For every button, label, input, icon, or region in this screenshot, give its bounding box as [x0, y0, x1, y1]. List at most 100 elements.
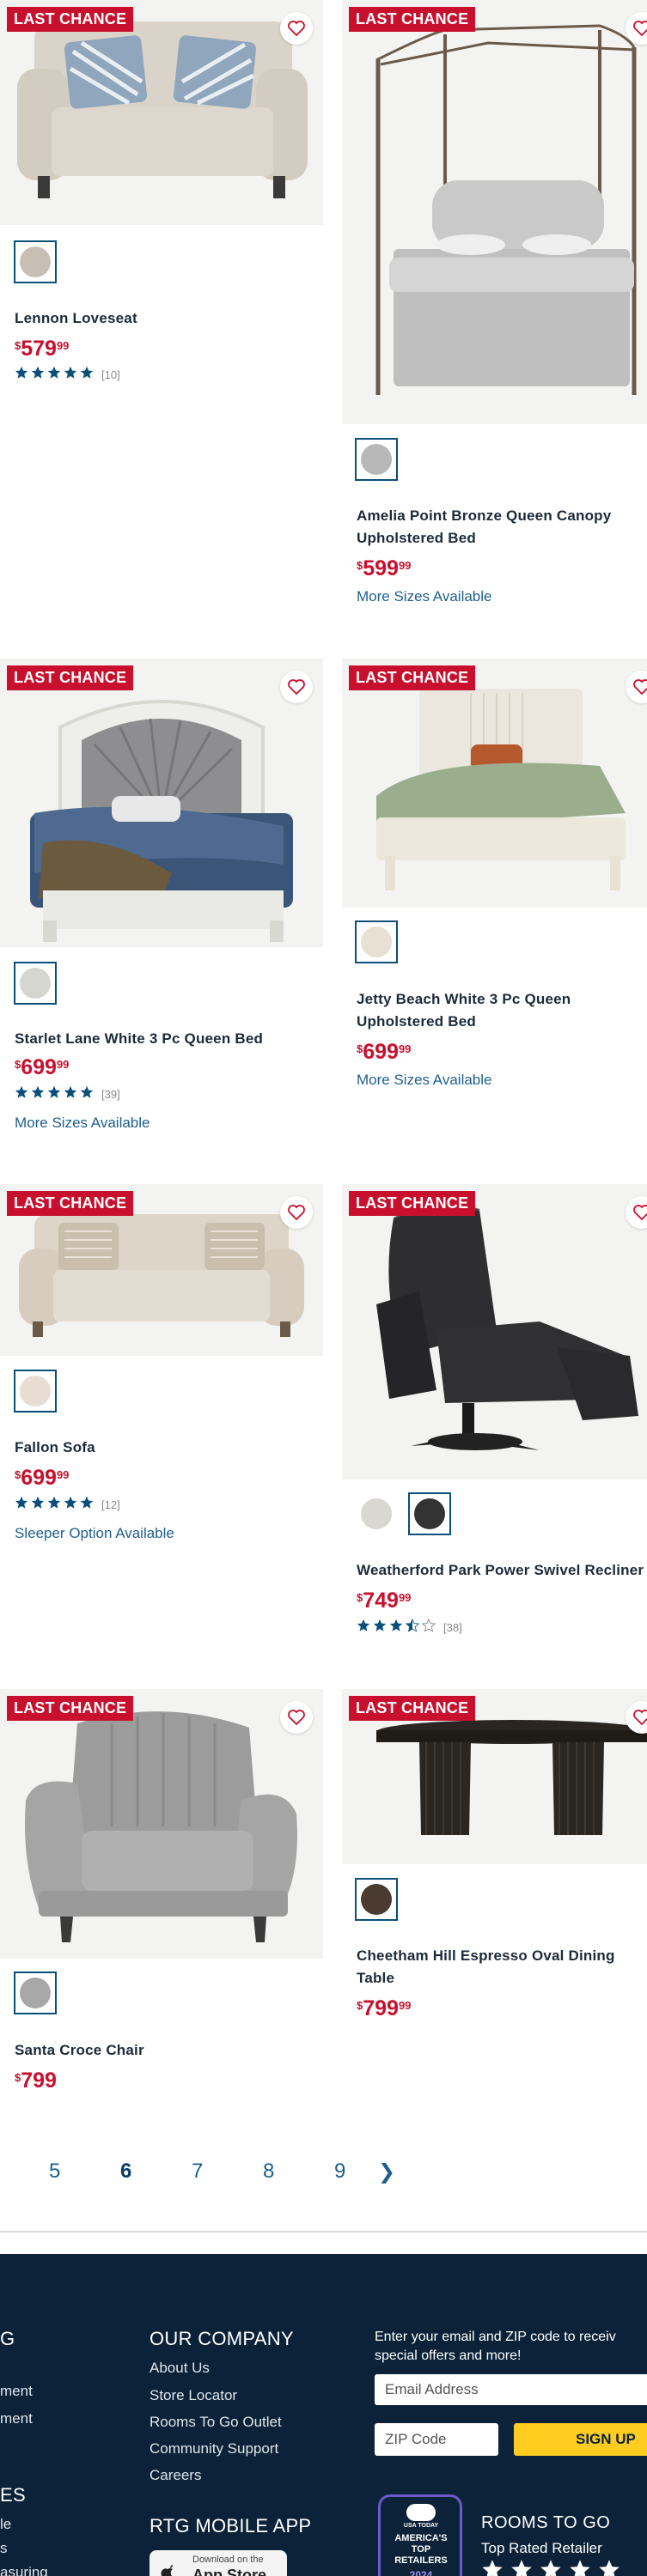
star-icon — [15, 1496, 28, 1514]
product-card-lennon[interactable]: LAST CHANCE Lennon Loveseat $579 99 [10] — [0, 0, 327, 395]
panel-bed-image — [0, 659, 323, 947]
next-page-chevron-icon[interactable]: ❯ — [378, 2160, 395, 2184]
last-chance-badge: LAST CHANCE — [349, 1696, 476, 1721]
outlet-link[interactable]: Rooms To Go Outlet — [150, 2414, 282, 2431]
color-swatch[interactable] — [14, 1370, 57, 1413]
product-title-line-2[interactable]: Table — [357, 1967, 394, 1990]
color-swatches — [355, 1492, 451, 1535]
color-swatch[interactable] — [14, 240, 57, 283]
product-price: $699 99 — [357, 1040, 412, 1064]
footer-col1-link[interactable]: le — [0, 2516, 11, 2533]
last-chance-badge: LAST CHANCE — [349, 665, 476, 690]
star-icon — [357, 1619, 370, 1637]
product-title-line-1[interactable]: Amelia Point Bronze Queen Canopy — [357, 505, 611, 527]
star-icon — [15, 366, 28, 384]
star-icon — [64, 1496, 77, 1514]
color-swatch[interactable] — [14, 962, 57, 1005]
page-link-8[interactable]: 8 — [263, 2160, 274, 2184]
sleeper-option-link[interactable]: Sleeper Option Available — [15, 1525, 174, 1542]
product-title[interactable]: Weatherford Park Power Swivel Recliner — [357, 1559, 644, 1582]
loveseat-image — [0, 0, 323, 225]
review-count: [39] — [101, 1088, 120, 1101]
page-link-6-current[interactable]: 6 — [120, 2160, 131, 2184]
wishlist-heart-icon[interactable] — [280, 1196, 313, 1229]
color-swatch[interactable] — [355, 920, 398, 963]
last-chance-badge: LAST CHANCE — [7, 1191, 134, 1216]
newsletter-text-2: special offers and more! — [375, 2348, 522, 2363]
product-card-starlet[interactable]: LAST CHANCE Starlet Lane White 3 Pc Quee… — [0, 659, 327, 1139]
footer-col1-link[interactable]: ment — [0, 2383, 33, 2400]
rating-stars[interactable]: [12] — [15, 1496, 120, 1514]
page-link-7[interactable]: 7 — [192, 2160, 203, 2184]
product-image[interactable] — [0, 0, 323, 225]
footer-col1-link[interactable]: ment — [0, 2410, 33, 2427]
review-count: [12] — [101, 1498, 120, 1511]
page-link-5[interactable]: 5 — [49, 2160, 60, 2184]
product-title-line-1[interactable]: Jetty Beach White 3 Pc Queen — [357, 988, 571, 1011]
color-swatches — [14, 1971, 57, 2014]
product-image[interactable] — [342, 1184, 647, 1479]
color-swatch[interactable] — [355, 1492, 398, 1535]
product-title[interactable]: Fallon Sofa — [15, 1437, 95, 1459]
pagination: 5 6 7 8 9 ❯ — [0, 2160, 647, 2194]
last-chance-badge: LAST CHANCE — [7, 1696, 134, 1721]
star-icon — [31, 366, 45, 384]
product-title-line-1[interactable]: Cheetham Hill Espresso Oval Dining — [357, 1945, 615, 1967]
product-card-cheetham[interactable]: LAST CHANCE Cheetham Hill Espresso Oval … — [342, 1689, 647, 2041]
app-store-small-text: Download on the — [192, 2555, 264, 2565]
award-heading: ROOMS TO GO — [481, 2513, 611, 2532]
rating-stars[interactable]: [10] — [15, 366, 120, 384]
store-locator-link[interactable]: Store Locator — [150, 2387, 237, 2404]
email-input[interactable]: Email Address — [375, 2374, 647, 2405]
rating-stars[interactable]: [38] — [357, 1618, 462, 1637]
product-card-fallon[interactable]: LAST CHANCE Fallon Sofa $699 99 [12] Slee… — [0, 1184, 327, 1562]
product-price: $749 99 — [357, 1589, 412, 1613]
star-icon — [31, 1085, 45, 1103]
careers-link[interactable]: Careers — [150, 2467, 201, 2484]
about-us-link[interactable]: About Us — [150, 2360, 210, 2377]
product-card-santa[interactable]: LAST CHANCE Santa Croce Chair $799 — [0, 1689, 327, 2101]
product-card-amelia[interactable]: LAST CHANCE Amelia Point Bronze Queen Ca… — [342, 0, 647, 635]
product-card-weatherford[interactable]: LAST CHANCE Weatherford Park Power Swive… — [342, 1184, 647, 1648]
product-title-line-2[interactable]: Upholstered Bed — [357, 527, 476, 550]
sign-up-button[interactable]: SIGN UP — [514, 2423, 647, 2456]
product-card-jetty[interactable]: LAST CHANCE Jetty Beach White 3 Pc Queen… — [342, 659, 647, 1105]
color-swatch[interactable] — [408, 1492, 451, 1535]
product-image[interactable] — [0, 659, 323, 947]
star-icon — [481, 2559, 504, 2576]
footer-col1-heading: G — [0, 2328, 15, 2349]
site-footer: G ment ment ES le s asuring OUR COMPANY … — [0, 2254, 647, 2576]
product-listing-page: LAST CHANCE Lennon Loveseat $57999 [10] — [0, 0, 647, 2576]
more-sizes-link[interactable]: More Sizes Available — [15, 1115, 150, 1132]
star-icon — [64, 1085, 77, 1103]
wishlist-heart-icon[interactable] — [280, 671, 313, 703]
our-company-heading: OUR COMPANY — [150, 2328, 294, 2349]
more-sizes-link[interactable]: More Sizes Available — [357, 588, 492, 605]
wishlist-heart-icon[interactable] — [280, 1701, 313, 1734]
app-store-big-text: App Store — [192, 2567, 267, 2576]
color-swatches — [14, 240, 57, 283]
product-title-line-2[interactable]: Upholstered Bed — [357, 1011, 476, 1033]
usa-today-line-1: AMERICA'S — [394, 2533, 448, 2543]
footer-col1-link[interactable]: asuring — [0, 2564, 48, 2576]
wishlist-heart-icon[interactable] — [280, 12, 313, 45]
color-swatch[interactable] — [355, 1878, 398, 1921]
product-title[interactable]: Lennon Loveseat — [15, 307, 137, 330]
more-sizes-link[interactable]: More Sizes Available — [357, 1072, 492, 1089]
footer-col1-heading-2: ES — [0, 2484, 26, 2506]
color-swatch[interactable] — [355, 438, 398, 481]
community-support-link[interactable]: Community Support — [150, 2440, 278, 2458]
color-swatches — [355, 1878, 398, 1921]
product-title[interactable]: Santa Croce Chair — [15, 2039, 144, 2062]
rating-stars[interactable]: [39] — [15, 1085, 120, 1103]
footer-col1-link[interactable]: s — [0, 2540, 8, 2557]
color-swatch[interactable] — [14, 1971, 57, 2014]
product-image[interactable] — [342, 659, 647, 908]
product-image[interactable] — [342, 0, 647, 424]
product-title[interactable]: Starlet Lane White 3 Pc Queen Bed — [15, 1028, 263, 1050]
zip-code-input[interactable]: ZIP Code — [375, 2423, 498, 2456]
star-icon — [80, 1085, 94, 1103]
app-store-button[interactable]: Download on the App Store — [150, 2550, 287, 2576]
product-image[interactable] — [0, 1689, 323, 1959]
page-link-9[interactable]: 9 — [334, 2160, 345, 2184]
